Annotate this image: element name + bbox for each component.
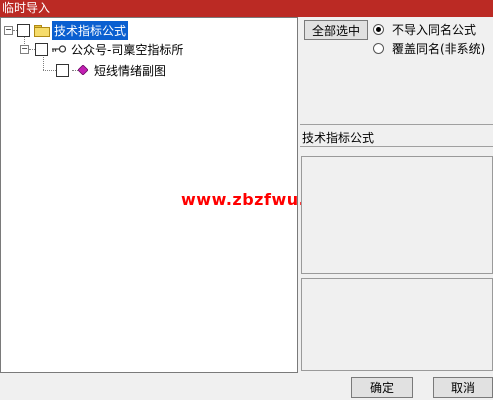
description-panel [301,156,493,274]
formula-tree[interactable]: − 技术指标公式 − 公众号-司稟空指标所 短线情绪副图 www.zbzfwu.… [0,17,343,373]
ok-button[interactable]: 确定 [351,377,413,398]
collapse-icon[interactable]: − [20,44,29,54]
radio-skip-indicator[interactable] [373,24,384,35]
radio-skip-duplicates[interactable]: 不导入同名公式 [373,21,476,38]
tree-root-checkbox[interactable] [17,23,30,37]
tree-node-formula[interactable]: 短线情绪副图 [43,61,168,79]
collapse-icon[interactable]: − [4,25,13,35]
tree-root-label[interactable]: 技术指标公式 [52,20,129,40]
tree-group-label[interactable]: 公众号-司稟空指标所 [69,40,185,59]
separator [300,146,493,147]
tree-node-group[interactable]: − 公众号-司稟空指标所 [20,40,185,58]
separator [300,124,493,125]
window-title: 临时导入 [0,0,493,17]
tree-formula-checkbox[interactable] [56,63,69,77]
description-panel-secondary [301,278,493,371]
formula-diamond-icon [78,65,88,75]
select-all-button[interactable]: 全部选中 [304,20,368,40]
tree-group-checkbox[interactable] [35,42,48,56]
radio-skip-label[interactable]: 不导入同名公式 [392,21,476,38]
description-title: 技术指标公式 [302,131,375,145]
cancel-button[interactable]: 取消 [433,377,493,398]
tree-formula-label[interactable]: 短线情绪副图 [92,61,168,80]
key-icon [52,45,67,53]
folder-icon [34,24,50,37]
radio-overwrite-indicator[interactable] [373,43,384,54]
radio-overwrite-label[interactable]: 覆盖同名(非系统) [392,40,485,57]
tree-connector [43,69,56,71]
radio-overwrite-duplicates[interactable]: 覆盖同名(非系统) [373,40,485,57]
tree-node-root[interactable]: − 技术指标公式 [4,20,129,40]
